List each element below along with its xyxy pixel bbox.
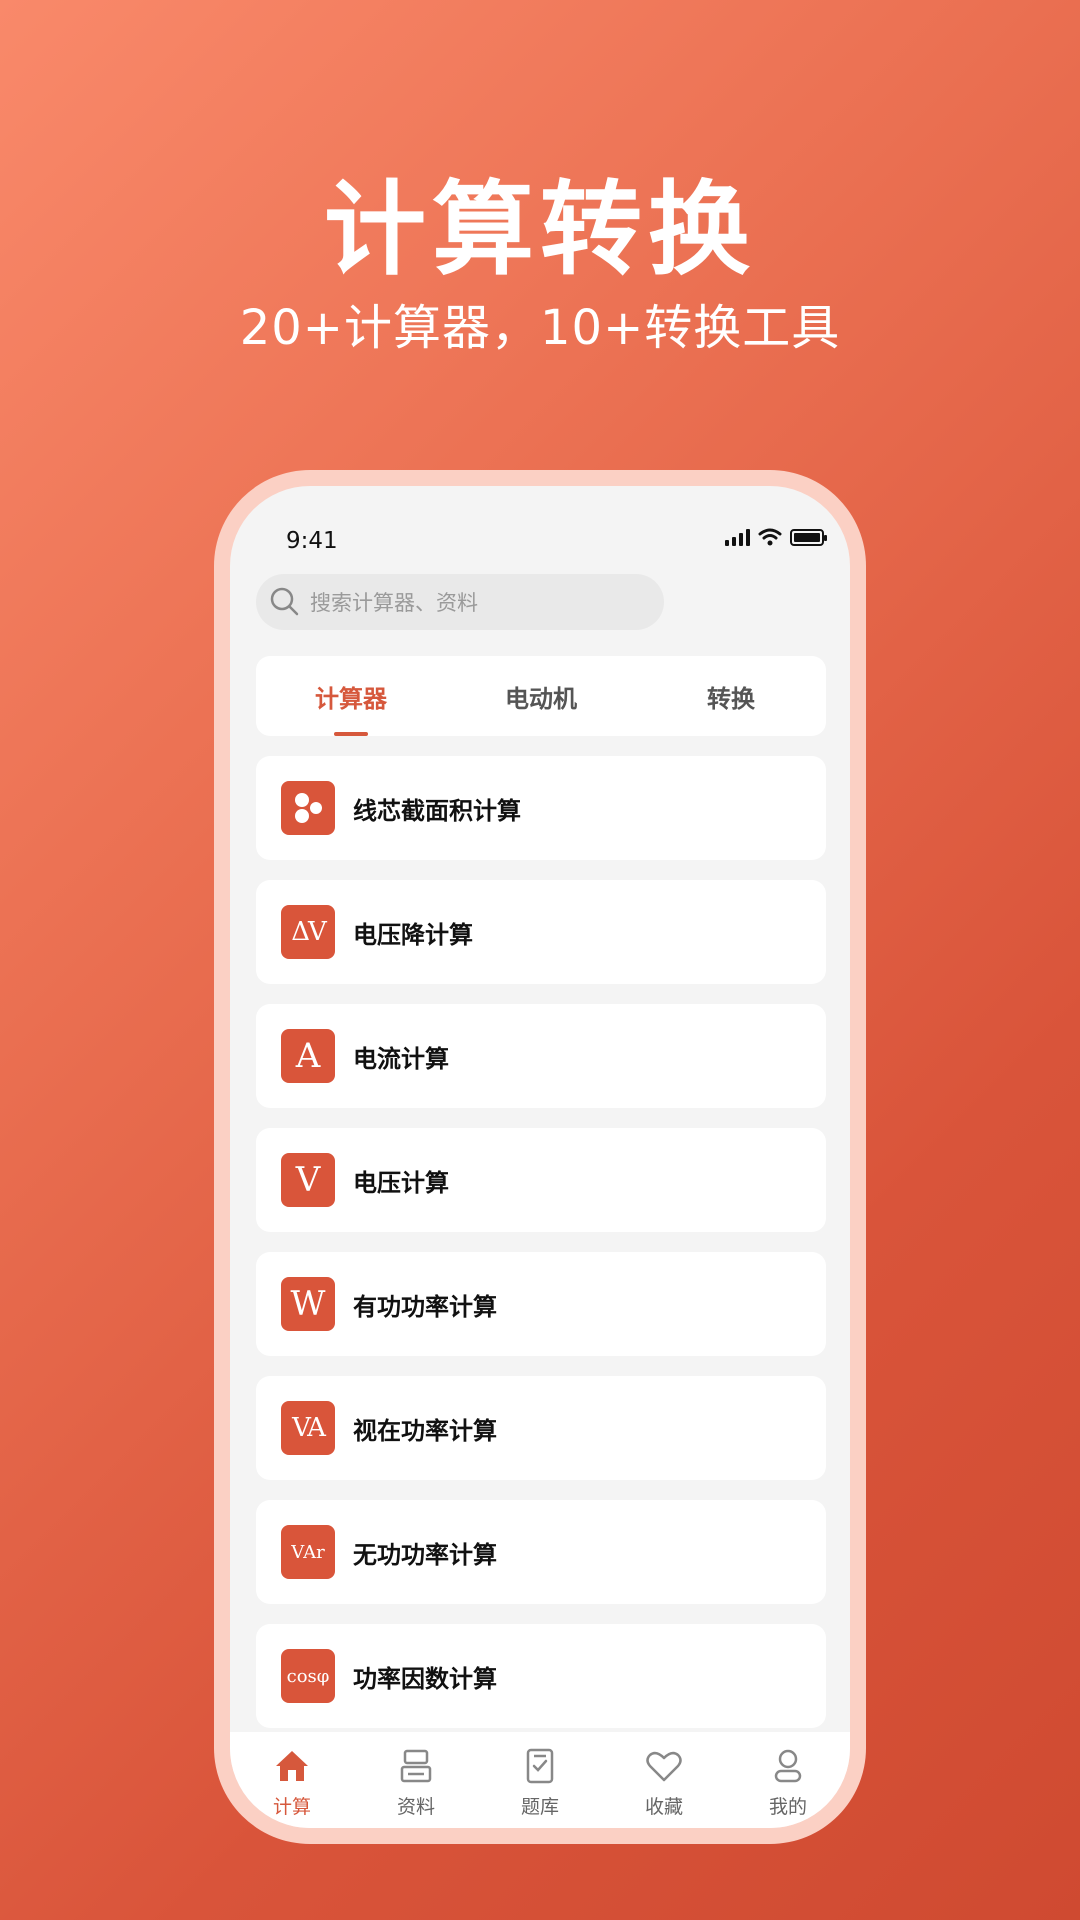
cellular-signal-icon (725, 528, 750, 546)
nav-label: 计算 (272, 1796, 311, 1818)
list-item-wire-cross-section[interactable]: 线芯截面积计算 (256, 756, 826, 860)
battery-icon (790, 528, 827, 546)
category-tabs: 计算器 电动机 转换 (256, 656, 826, 736)
nav-question-bank[interactable]: 题库 (478, 1732, 602, 1828)
list-item-voltage[interactable]: V 电压计算 (256, 1128, 826, 1232)
tab-conversion[interactable]: 转换 (636, 656, 826, 736)
nav-label: 收藏 (644, 1796, 683, 1818)
reactive-power-icon: VAr (281, 1525, 335, 1579)
nav-profile[interactable]: 我的 (726, 1732, 850, 1828)
voltage-icon: V (281, 1153, 335, 1207)
list-item-label: 电流计算 (353, 1044, 449, 1073)
nav-calculate[interactable]: 计算 (230, 1732, 354, 1828)
search-bar[interactable]: 搜索计算器、资料 (256, 574, 664, 630)
voltage-drop-icon: ΔV (281, 905, 335, 959)
nav-materials[interactable]: 资料 (354, 1732, 478, 1828)
current-icon: A (281, 1029, 335, 1083)
home-icon (276, 1751, 308, 1781)
list-item-label: 视在功率计算 (353, 1416, 497, 1445)
active-power-icon: W (281, 1277, 335, 1331)
list-item-label: 有功功率计算 (353, 1292, 497, 1321)
list-item-label: 线芯截面积计算 (353, 796, 521, 825)
list-item-apparent-power[interactable]: VA 视在功率计算 (256, 1376, 826, 1480)
tab-calculators[interactable]: 计算器 (256, 656, 446, 736)
calculator-list: 线芯截面积计算 ΔV 电压降计算 A 电流计算 V 电压计算 W 有功功率计算 … (256, 756, 826, 1748)
search-placeholder: 搜索计算器、资料 (310, 591, 478, 615)
status-icons (725, 528, 827, 546)
status-bar: 9:41 (230, 486, 850, 576)
bottom-nav: 计算 资料 题库 收藏 我的 (230, 1732, 850, 1828)
phone-screen: 9:41 搜索计算器、资料 计算器 电动机 转换 线芯截面积计算 ΔV 电压降计… (230, 486, 850, 1828)
list-item-label: 功率因数计算 (353, 1664, 497, 1693)
nav-favorites[interactable]: 收藏 (602, 1732, 726, 1828)
list-item-reactive-power[interactable]: VAr 无功功率计算 (256, 1500, 826, 1604)
profile-icon (774, 1749, 802, 1783)
list-item-active-power[interactable]: W 有功功率计算 (256, 1252, 826, 1356)
apparent-power-icon: VA (281, 1401, 335, 1455)
power-factor-icon: cosφ (281, 1649, 335, 1703)
stack-icon (400, 1749, 432, 1783)
nav-label: 题库 (520, 1796, 559, 1818)
nav-label: 资料 (396, 1796, 435, 1818)
hero-subtitle: 20+计算器，10+转换工具 (239, 300, 841, 356)
hero-title: 计算转换 (324, 171, 756, 290)
phone-frame: 9:41 搜索计算器、资料 计算器 电动机 转换 线芯截面积计算 ΔV 电压降计… (214, 470, 866, 1844)
list-item-current[interactable]: A 电流计算 (256, 1004, 826, 1108)
checklist-icon (526, 1748, 554, 1784)
wifi-icon (758, 528, 782, 546)
list-item-label: 无功功率计算 (353, 1540, 497, 1569)
status-time: 9:41 (286, 528, 338, 554)
list-item-label: 电压降计算 (353, 920, 473, 949)
search-icon (270, 587, 299, 616)
tab-motors[interactable]: 电动机 (446, 656, 636, 736)
wire-cores-icon (281, 781, 335, 835)
list-item-voltage-drop[interactable]: ΔV 电压降计算 (256, 880, 826, 984)
heart-icon (646, 1751, 682, 1782)
list-item-label: 电压计算 (353, 1168, 449, 1197)
list-item-power-factor[interactable]: cosφ 功率因数计算 (256, 1624, 826, 1728)
nav-label: 我的 (768, 1796, 807, 1818)
